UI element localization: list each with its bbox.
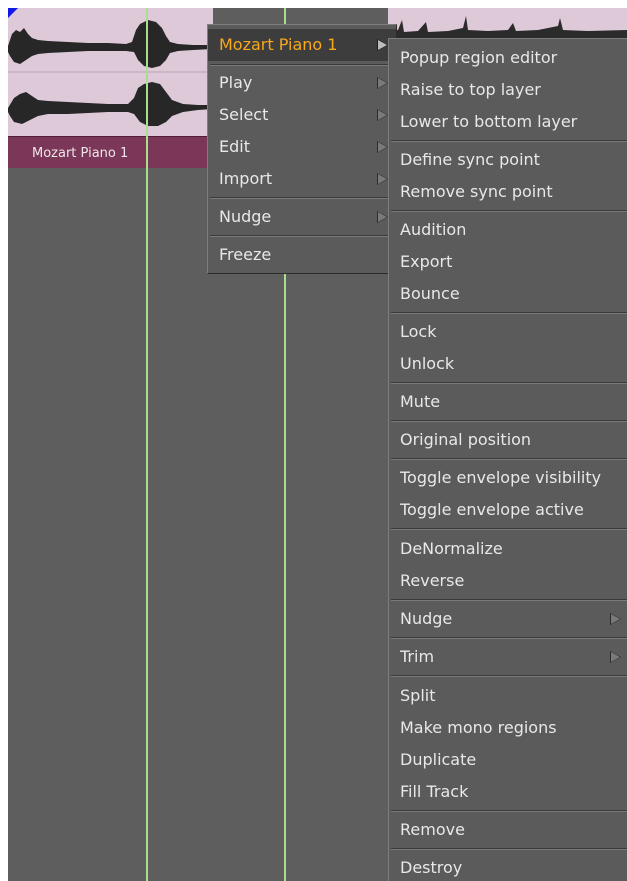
menu-item-unlock[interactable]: Unlock bbox=[389, 348, 627, 380]
submenu-arrow-icon bbox=[377, 141, 388, 153]
menu-separator bbox=[391, 637, 627, 639]
menu-item-mute[interactable]: Mute bbox=[389, 386, 627, 418]
menu-item-destroy[interactable]: Destroy bbox=[389, 852, 627, 881]
menu-item-label: Popup region editor bbox=[400, 48, 558, 67]
menu-item-label: Mozart Piano 1 bbox=[219, 35, 338, 54]
region-submenu: Popup region editor Raise to top layer L… bbox=[388, 38, 627, 881]
menu-item-remove-sync-point[interactable]: Remove sync point bbox=[389, 176, 627, 208]
menu-separator bbox=[391, 458, 627, 460]
menu-separator bbox=[391, 528, 627, 530]
menu-separator bbox=[391, 382, 627, 384]
menu-item-label: Unlock bbox=[400, 354, 455, 373]
menu-item-label: Nudge bbox=[219, 207, 272, 226]
menu-item-label: Destroy bbox=[400, 858, 463, 877]
menu-item-export[interactable]: Export bbox=[389, 246, 627, 278]
menu-item-split[interactable]: Split bbox=[389, 680, 627, 712]
background-waveform-strip bbox=[388, 8, 627, 38]
menu-item-label: Make mono regions bbox=[400, 718, 557, 737]
menu-separator bbox=[210, 64, 394, 66]
menu-separator bbox=[391, 599, 627, 601]
submenu-arrow-icon bbox=[610, 613, 621, 625]
audio-region[interactable]: Mozart Piano 1 bbox=[8, 8, 213, 168]
menu-item-remove[interactable]: Remove bbox=[389, 814, 627, 846]
region-name: Mozart Piano 1 bbox=[32, 146, 129, 161]
menu-item-label: Trim bbox=[400, 647, 435, 666]
menu-item-trim[interactable]: Trim bbox=[389, 641, 627, 673]
menu-item-label: Import bbox=[219, 169, 273, 188]
menu-item-label: Audition bbox=[400, 220, 467, 239]
menu-item-region-name[interactable]: Mozart Piano 1 bbox=[208, 29, 396, 61]
menu-separator bbox=[391, 140, 627, 142]
menu-item-label: Duplicate bbox=[400, 750, 477, 769]
menu-separator bbox=[210, 197, 394, 199]
grid-line bbox=[146, 8, 148, 881]
menu-item-label: Original position bbox=[400, 430, 532, 449]
menu-item-label: Export bbox=[400, 252, 453, 271]
menu-item-toggle-envelope-visibility[interactable]: Toggle envelope visibility bbox=[389, 462, 627, 494]
menu-item-label: Select bbox=[219, 105, 269, 124]
menu-item-select[interactable]: Select bbox=[208, 99, 396, 131]
menu-item-make-mono-regions[interactable]: Make mono regions bbox=[389, 712, 627, 744]
menu-item-label: Toggle envelope active bbox=[400, 500, 584, 519]
menu-separator bbox=[391, 675, 627, 677]
menu-item-define-sync-point[interactable]: Define sync point bbox=[389, 144, 627, 176]
menu-item-audition[interactable]: Audition bbox=[389, 214, 627, 246]
menu-item-edit[interactable]: Edit bbox=[208, 131, 396, 163]
submenu-arrow-icon bbox=[377, 109, 388, 121]
menu-item-nudge[interactable]: Nudge bbox=[208, 201, 396, 233]
submenu-arrow-icon bbox=[610, 651, 621, 663]
menu-item-label: Freeze bbox=[219, 245, 272, 264]
menu-item-denormalize[interactable]: DeNormalize bbox=[389, 533, 627, 565]
menu-item-label: Define sync point bbox=[400, 150, 540, 169]
menu-item-play[interactable]: Play bbox=[208, 67, 396, 99]
region-name-bar[interactable]: Mozart Piano 1 bbox=[8, 136, 213, 168]
menu-item-reverse[interactable]: Reverse bbox=[389, 565, 627, 597]
menu-item-bounce[interactable]: Bounce bbox=[389, 278, 627, 310]
menu-item-lock[interactable]: Lock bbox=[389, 316, 627, 348]
menu-item-label: Remove bbox=[400, 820, 465, 839]
menu-item-label: Bounce bbox=[400, 284, 460, 303]
menu-item-label: Edit bbox=[219, 137, 250, 156]
region-waveform bbox=[8, 20, 213, 126]
menu-item-label: Raise to top layer bbox=[400, 80, 541, 99]
menu-item-raise-to-top-layer[interactable]: Raise to top layer bbox=[389, 74, 627, 106]
menu-item-nudge-sub[interactable]: Nudge bbox=[389, 603, 627, 635]
menu-item-freeze[interactable]: Freeze bbox=[208, 239, 396, 271]
menu-item-import[interactable]: Import bbox=[208, 163, 396, 195]
menu-item-original-position[interactable]: Original position bbox=[389, 424, 627, 456]
menu-item-label: Lock bbox=[400, 322, 437, 341]
menu-separator bbox=[391, 420, 627, 422]
menu-item-label: Lower to bottom layer bbox=[400, 112, 578, 131]
menu-item-label: Nudge bbox=[400, 609, 453, 628]
submenu-arrow-icon bbox=[377, 211, 388, 223]
submenu-arrow-icon bbox=[377, 77, 388, 89]
menu-separator bbox=[391, 848, 627, 850]
menu-item-toggle-envelope-active[interactable]: Toggle envelope active bbox=[389, 494, 627, 526]
menu-separator bbox=[391, 210, 627, 212]
menu-item-label: Toggle envelope visibility bbox=[400, 468, 602, 487]
region-context-menu: Mozart Piano 1 Play Select Edit Import N… bbox=[207, 24, 397, 274]
menu-item-label: Fill Track bbox=[400, 782, 469, 801]
menu-separator bbox=[210, 235, 394, 237]
menu-item-label: Play bbox=[219, 73, 253, 92]
menu-item-popup-region-editor[interactable]: Popup region editor bbox=[389, 42, 627, 74]
menu-item-label: Reverse bbox=[400, 571, 465, 590]
menu-item-label: Remove sync point bbox=[400, 182, 553, 201]
menu-item-fill-track[interactable]: Fill Track bbox=[389, 776, 627, 808]
background-waveform bbox=[388, 16, 627, 38]
menu-separator bbox=[391, 312, 627, 314]
playhead-marker-icon bbox=[8, 8, 18, 18]
menu-item-label: DeNormalize bbox=[400, 539, 503, 558]
submenu-arrow-icon bbox=[377, 173, 388, 185]
menu-separator bbox=[391, 810, 627, 812]
menu-item-label: Mute bbox=[400, 392, 441, 411]
menu-item-label: Split bbox=[400, 686, 436, 705]
submenu-arrow-icon bbox=[377, 39, 388, 51]
menu-item-duplicate[interactable]: Duplicate bbox=[389, 744, 627, 776]
menu-item-lower-to-bottom-layer[interactable]: Lower to bottom layer bbox=[389, 106, 627, 138]
